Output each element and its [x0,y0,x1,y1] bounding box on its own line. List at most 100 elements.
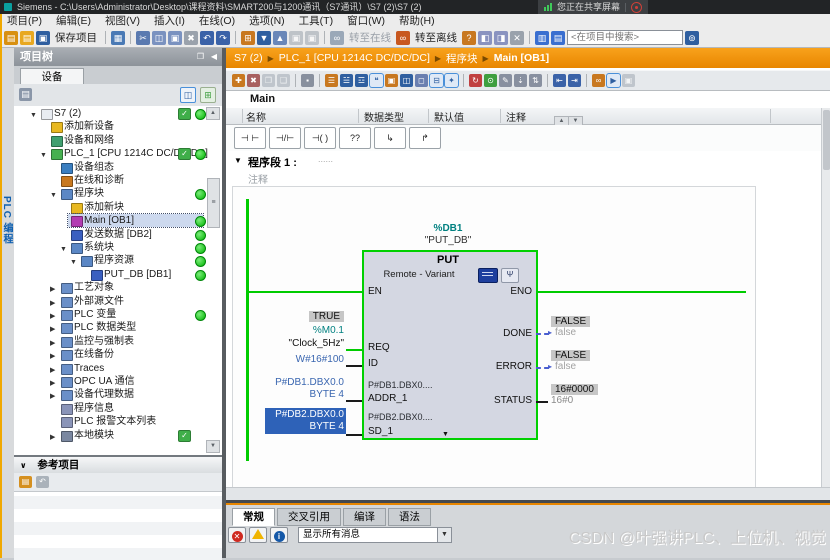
tree-item-s7-project[interactable]: ▼ S7 (2) ✓ [14,107,222,120]
menu-item-help[interactable]: 帮助(H) [392,14,442,28]
compare-values-icon[interactable]: ⇅ [529,74,542,87]
new-project-icon[interactable]: ▤ [4,30,18,45]
upload-from-device-icon[interactable]: ▲ [273,30,287,45]
dropdown-arrow-icon[interactable]: ▼ [437,528,451,542]
find-in-project-icon[interactable]: ⊚ [685,30,699,45]
jump-next-icon[interactable]: ⇥ [568,74,581,87]
menu-item-online[interactable]: 在线(O) [192,14,242,28]
error-operand[interactable]: false [555,361,576,372]
tree-item-add-new-device[interactable]: 添加新设备 [14,120,222,134]
chevron-down-icon[interactable]: ∨ [14,461,27,470]
project-search-input[interactable] [567,30,683,45]
menu-item-edit[interactable]: 编辑(E) [49,14,98,28]
open-project-icon[interactable]: ▤ [20,30,34,45]
breadcrumb-segment-3[interactable]: Main [OB1] [494,52,549,64]
load-values-icon[interactable]: ⇣ [514,74,527,87]
menu-item-tools[interactable]: 工具(T) [292,14,340,28]
req-address[interactable]: %M0.1 [233,325,344,336]
no-contact-button[interactable]: ⊣ ⊢ [234,127,266,149]
monitoring-toggle-icon[interactable]: ▶ [607,74,620,87]
split-vertical-icon[interactable]: ▤ [551,30,565,45]
tree-item-opc-ua[interactable]: ▶ OPC UA 通信 [14,375,222,388]
insert-operand-icon[interactable]: ◻ [415,74,428,87]
inspector-tab-cross-reference[interactable]: 交叉引用 [277,508,341,526]
warnings-filter-button[interactable] [249,527,267,543]
breadcrumb-segment-1[interactable]: PLC_1 [CPU 1214C DC/DC/DC] [279,52,430,64]
online-diagnostics-icon[interactable]: ? [462,30,476,45]
save-project-icon-label[interactable]: 保存项目 [52,30,100,45]
open-all-networks-icon[interactable]: ☰ [325,74,338,87]
split-horizontal-icon[interactable]: ▥ [535,30,549,45]
stop-cpu-icon[interactable]: ▣ [305,30,319,45]
go-online-icon-label[interactable]: 转至在线 [346,30,394,45]
network-header[interactable]: ▼ 程序段 1 : ...... [226,154,830,170]
sd1-operand-line1[interactable]: P#DB2.DBX0.0 [233,409,344,420]
network-collapse-icon[interactable]: ▼ [234,156,242,165]
instance-db-address[interactable]: %DB1 [362,223,534,234]
paste-icon[interactable]: ▣ [168,30,182,45]
req-operand[interactable]: "Clock_5Hz" [233,338,344,349]
inspector-tab-general[interactable]: 常规 [232,508,275,526]
start-cpu-icon[interactable]: ▣ [289,30,303,45]
network-canvas[interactable]: %DB1 "PUT_DB" PUT Remote - Variant Ψ EN … [232,186,756,489]
tree-item-device-configuration[interactable]: 设备组态 [14,161,222,174]
show-window1-icon[interactable]: ◧ [478,30,492,45]
tree-item-plc-1[interactable]: ▼ PLC_1 [CPU 1214C DC/DC/DC] ✓ [14,147,222,161]
open-reference-project-icon[interactable]: ▤ [19,476,32,488]
tree-item-plc-alarm-text-lists[interactable]: PLC 报警文本列表 [14,415,222,429]
show-window2-icon[interactable]: ◨ [494,30,508,45]
empty-box-button[interactable]: ?? [339,127,371,149]
expand-node-icon[interactable]: ▶ [50,431,55,444]
undo-icon[interactable]: ↶ [200,30,214,45]
errors-filter-button[interactable]: ✕ [228,527,246,543]
tree-item-program-blocks[interactable]: ▼ 程序块 [14,187,222,201]
insert-box-icon[interactable]: ◫ [400,74,413,87]
jump-previous-icon[interactable]: ⇤ [553,74,566,87]
insert-network-icon[interactable]: ✚ [232,74,245,87]
close-window-icon[interactable]: ✕ [510,30,524,45]
block-subtitle[interactable]: Remote - Variant [364,269,474,280]
cut-icon[interactable]: ✂ [136,30,150,45]
close-branch-button[interactable]: ↱ [409,127,441,149]
show-comments-icon[interactable]: ❝ [370,74,383,87]
inspector-tab-compile[interactable]: 编译 [343,508,386,526]
tab-devices[interactable]: 设备 [20,68,84,85]
sd1-operand-line2[interactable]: BYTE 4 [233,421,344,432]
snapshot-icon[interactable]: ✎ [499,74,512,87]
addr1-operand-line1[interactable]: P#DB1.DBX0.0 [233,377,344,388]
go-online-icon[interactable]: ∞ [330,30,344,45]
tree-item-program-resources[interactable]: ▼ 程序资源 [14,254,222,268]
editor-scrollbar[interactable] [821,108,830,487]
menu-item-options[interactable]: 选项(N) [242,14,292,28]
status-operand[interactable]: 16#0 [551,395,573,406]
column-comment[interactable]: 注释 [506,109,526,124]
network-comment-placeholder[interactable]: 注释 [248,171,268,186]
tree-item-add-new-block[interactable]: 添加新块 [14,201,222,214]
message-filter-dropdown[interactable]: 显示所有消息 ▼ [298,527,452,543]
close-all-networks-icon[interactable]: ☱ [340,74,353,87]
tree-item-main-ob1[interactable]: Main [OB1] [14,213,222,229]
delete-network-icon[interactable]: ✖ [247,74,260,87]
monitoring-glasses-icon[interactable]: ∞ [592,74,605,87]
id-operand[interactable]: W#16#100 [233,354,344,365]
column-datatype[interactable]: 数据类型 [364,109,404,124]
go-monitor-icon[interactable]: ⊙ [484,74,497,87]
redo-icon[interactable]: ↷ [216,30,230,45]
inspector-tab-syntax[interactable]: 语法 [388,508,431,526]
tree-filter-icon[interactable]: ▤ [19,88,32,101]
breadcrumb-segment-0[interactable]: S7 (2) [234,52,263,64]
editor-scroll-thumb[interactable] [823,110,830,170]
tree-item-device-proxy-data[interactable]: ▶ 设备代理数据 [14,388,222,402]
column-name[interactable]: 名称 [246,109,266,124]
tree-item-external-sources[interactable]: ▶ 外部源文件 [14,295,222,308]
change-block-type-icon[interactable]: Ψ [501,268,519,283]
keep-actual-values-icon[interactable]: ▪ [301,74,314,87]
column-default[interactable]: 默认值 [434,109,464,124]
put-block[interactable]: PUT Remote - Variant Ψ EN ENO REQ ID P#D… [362,250,538,440]
print-icon[interactable]: ▦ [111,30,125,45]
tree-item-traces[interactable]: ▶ Traces [14,362,222,375]
copy-icon[interactable]: ◫ [152,30,166,45]
tree-item-plc-tags[interactable]: ▶ PLC 变量 [14,308,222,321]
tree-item-system-blocks[interactable]: ▼ 系统块 [14,241,222,254]
tree-item-send-data-db2[interactable]: 发送数据 [DB2] [14,228,222,241]
